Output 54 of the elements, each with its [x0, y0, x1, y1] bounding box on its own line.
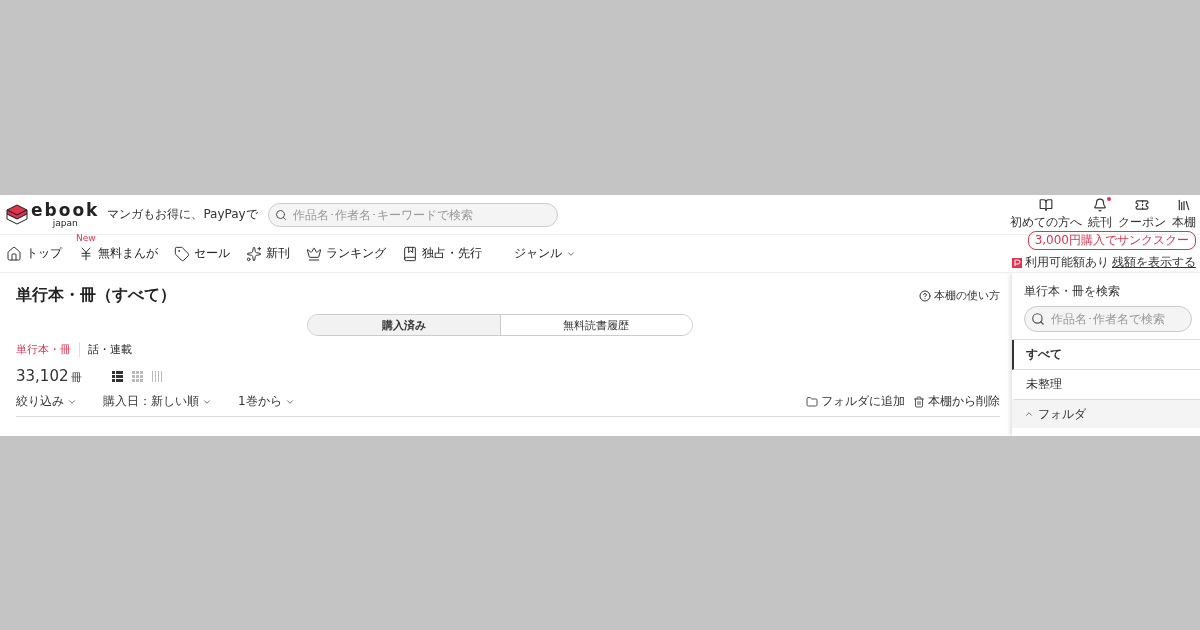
header-icon-button[interactable]: 続刊 [1088, 198, 1112, 231]
ticket-icon [1135, 198, 1149, 212]
help-link[interactable]: 本棚の使い方 [919, 288, 1000, 303]
bookmarked-book-icon [402, 245, 418, 262]
nav-link[interactable]: トップ [6, 245, 62, 262]
book-stack-icon [6, 203, 28, 226]
filter-dropdown[interactable]: 購入日：新しい順 [103, 393, 212, 410]
page-title: 単行本・冊（すべて） [16, 285, 176, 306]
toolbar-action[interactable]: フォルダに追加 [806, 393, 905, 410]
search-icon [1031, 312, 1045, 326]
bell-icon [1093, 198, 1107, 212]
folder-icon [806, 395, 818, 408]
balance-status: 利用可能額あり [1025, 254, 1109, 271]
nav-link[interactable]: ランキング [306, 245, 386, 262]
promo-pill[interactable]: 3,000円購入でサンクスクー [1027, 231, 1196, 250]
tag-icon [174, 245, 190, 262]
category-tab[interactable]: 話・連載 [79, 342, 140, 357]
nav-link[interactable]: 新刊 [246, 245, 290, 262]
sidebar-heading: 単行本・冊を検索 [1023, 283, 1121, 300]
category-tab[interactable]: 単行本・冊 [16, 342, 79, 357]
shelf-filter-item[interactable]: すべて [1012, 340, 1200, 370]
new-label: New [76, 233, 96, 243]
sparkle-icon [246, 245, 262, 262]
help-icon [919, 289, 931, 302]
header-icon-button[interactable]: 本棚 [1172, 198, 1196, 231]
nav-link[interactable]: ジャンル [514, 245, 576, 262]
crown-icon [306, 245, 322, 262]
p-logo-icon [1012, 257, 1022, 268]
header-icon-button[interactable]: クーポン [1118, 198, 1166, 231]
toolbar-action[interactable]: 本棚から削除 [913, 393, 1000, 410]
filter-dropdown[interactable]: 1巻から [238, 393, 295, 410]
search-field[interactable]: 作品名･作者名･キーワードで検索 [267, 202, 558, 227]
tagline: マンガもお得に、PayPayで [107, 206, 258, 223]
grid-view-icon[interactable] [131, 370, 143, 382]
sidebar-search-field[interactable]: 作品名･作者名で検索 [1024, 306, 1192, 332]
segment-tab[interactable]: 購入済み [308, 315, 500, 335]
search-icon [274, 208, 287, 221]
book-icon [1039, 198, 1053, 212]
show-balance-link[interactable]: 残額を表示する [1112, 254, 1196, 271]
filter-dropdown[interactable]: 絞り込み [16, 393, 77, 410]
bookshelf-icon [1177, 198, 1191, 212]
header-icon-button[interactable]: 初めての方へ [1010, 198, 1082, 231]
site-logo[interactable]: ebook japan [6, 201, 100, 228]
house-icon [6, 245, 22, 262]
nav-link[interactable]: 独占・先行 [402, 245, 482, 262]
chevron-up-icon [1024, 409, 1034, 419]
trash-icon [913, 395, 925, 408]
list-view-icon[interactable] [111, 370, 123, 382]
column-view-icon[interactable] [151, 370, 163, 382]
item-count: 33,102 冊 [16, 367, 82, 385]
nav-link[interactable]: セール [174, 245, 230, 262]
folder-toggle[interactable]: フォルダ [1012, 400, 1200, 428]
yen-icon [78, 245, 94, 262]
segment-tab[interactable]: 無料読書履歴 [499, 315, 692, 335]
